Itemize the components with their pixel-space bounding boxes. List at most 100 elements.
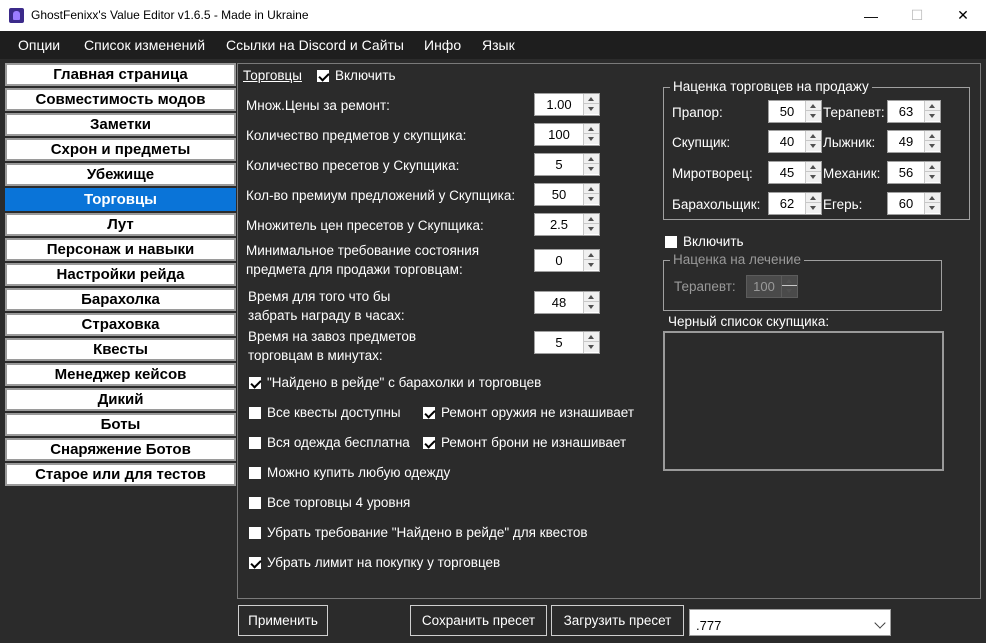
- spinner-value[interactable]: 1.00: [535, 94, 583, 115]
- close-button[interactable]: ✕: [940, 0, 986, 31]
- spinner-down-icon[interactable]: [584, 342, 599, 352]
- sidebar-item-notes[interactable]: Заметки: [5, 113, 236, 136]
- fir-from-flea-checkbox[interactable]: [249, 377, 261, 389]
- spinner-value[interactable]: 100: [747, 276, 781, 297]
- spinner-up-icon[interactable]: [584, 332, 599, 342]
- fence-presets-spinner[interactable]: 5: [534, 153, 600, 176]
- spinner-value[interactable]: 2.5: [535, 214, 583, 235]
- sidebar-item-quests[interactable]: Квесты: [5, 338, 236, 361]
- spinner-down-icon[interactable]: [584, 260, 599, 270]
- spinner-up-icon[interactable]: [806, 162, 821, 172]
- spinner-up-icon[interactable]: [806, 193, 821, 203]
- traders-enable-checkbox[interactable]: [317, 70, 329, 82]
- spinner-value[interactable]: 5: [535, 332, 583, 353]
- fence-markup-spinner[interactable]: 40: [768, 130, 822, 153]
- spinner-down-icon[interactable]: [782, 286, 797, 296]
- spinner-up-icon[interactable]: [584, 214, 599, 224]
- load-preset-button[interactable]: Загрузить пресет: [551, 605, 684, 636]
- therapist-markup-spinner[interactable]: 63: [887, 100, 941, 123]
- min-durability-spinner[interactable]: 0: [534, 249, 600, 272]
- sidebar-item-case-manager[interactable]: Менеджер кейсов: [5, 363, 236, 386]
- sidebar-item-raid-settings[interactable]: Настройки рейда: [5, 263, 236, 286]
- spinner-down-icon[interactable]: [584, 194, 599, 204]
- spinner-down-icon[interactable]: [806, 172, 821, 182]
- menu-changelog[interactable]: Список изменений: [84, 37, 205, 53]
- menu-language[interactable]: Язык: [482, 37, 515, 53]
- fence-items-spinner[interactable]: 100: [534, 123, 600, 146]
- spinner-up-icon[interactable]: [925, 101, 940, 111]
- menu-info[interactable]: Инфо: [424, 37, 461, 53]
- sidebar-item-insurance[interactable]: Страховка: [5, 313, 236, 336]
- remove-fir-quests-checkbox[interactable]: [249, 527, 261, 539]
- sidebar-item-home[interactable]: Главная страница: [5, 63, 236, 86]
- reward-time-spinner[interactable]: 48: [534, 291, 600, 314]
- menu-links[interactable]: Ссылки на Discord и Сайты: [226, 37, 404, 53]
- maximize-button[interactable]: ☐: [894, 0, 940, 31]
- ragman-markup-spinner[interactable]: 49: [887, 130, 941, 153]
- armor-repair-checkbox[interactable]: [423, 437, 435, 449]
- spinner-value[interactable]: 49: [888, 131, 924, 152]
- fence-blacklist-list[interactable]: [663, 331, 944, 471]
- spinner-down-icon[interactable]: [806, 141, 821, 151]
- spinner-up-icon[interactable]: [925, 162, 940, 172]
- spinner-down-icon[interactable]: [925, 141, 940, 151]
- skier-markup-spinner[interactable]: 62: [768, 192, 822, 215]
- remove-buy-limit-checkbox[interactable]: [249, 557, 261, 569]
- spinner-down-icon[interactable]: [925, 111, 940, 121]
- sidebar-item-stash-items[interactable]: Схрон и предметы: [5, 138, 236, 161]
- sidebar-item-traders[interactable]: Торговцы: [5, 188, 236, 211]
- save-preset-button[interactable]: Сохранить пресет: [410, 605, 547, 636]
- spinner-up-icon[interactable]: [584, 124, 599, 134]
- sidebar-item-character-skills[interactable]: Персонаж и навыки: [5, 238, 236, 261]
- spinner-up-icon[interactable]: [584, 94, 599, 104]
- spinner-down-icon[interactable]: [584, 164, 599, 174]
- spinner-up-icon[interactable]: [782, 276, 797, 286]
- spinner-value[interactable]: 60: [888, 193, 924, 214]
- spinner-down-icon[interactable]: [584, 134, 599, 144]
- sidebar-item-bot-gear[interactable]: Снаряжение Ботов: [5, 438, 236, 461]
- spinner-up-icon[interactable]: [806, 131, 821, 141]
- spinner-down-icon[interactable]: [925, 203, 940, 213]
- spinner-up-icon[interactable]: [584, 184, 599, 194]
- spinner-value[interactable]: 50: [535, 184, 583, 205]
- spinner-value[interactable]: 45: [769, 162, 805, 183]
- all-quests-checkbox[interactable]: [249, 407, 261, 419]
- spinner-down-icon[interactable]: [584, 224, 599, 234]
- spinner-up-icon[interactable]: [584, 250, 599, 260]
- heal-therapist-spinner[interactable]: 100: [746, 275, 798, 298]
- spinner-up-icon[interactable]: [925, 193, 940, 203]
- sidebar-item-bots[interactable]: Боты: [5, 413, 236, 436]
- spinner-down-icon[interactable]: [584, 104, 599, 114]
- spinner-down-icon[interactable]: [806, 111, 821, 121]
- minimize-button[interactable]: —: [848, 0, 894, 31]
- weapon-repair-checkbox[interactable]: [423, 407, 435, 419]
- prapor-markup-spinner[interactable]: 50: [768, 100, 822, 123]
- fence-premium-spinner[interactable]: 50: [534, 183, 600, 206]
- jaeger-markup-spinner[interactable]: 60: [887, 192, 941, 215]
- spinner-down-icon[interactable]: [584, 302, 599, 312]
- mechanic-markup-spinner[interactable]: 56: [887, 161, 941, 184]
- sidebar-item-legacy-tests[interactable]: Старое или для тестов: [5, 463, 236, 486]
- sidebar-item-flea-market[interactable]: Барахолка: [5, 288, 236, 311]
- spinner-value[interactable]: 5: [535, 154, 583, 175]
- sidebar-item-mod-compat[interactable]: Совместимость модов: [5, 88, 236, 111]
- spinner-value[interactable]: 100: [535, 124, 583, 145]
- spinner-down-icon[interactable]: [925, 172, 940, 182]
- menu-options[interactable]: Опции: [18, 37, 60, 53]
- preset-select[interactable]: .777: [689, 609, 891, 636]
- repair-price-spinner[interactable]: 1.00: [534, 93, 600, 116]
- spinner-up-icon[interactable]: [806, 101, 821, 111]
- any-clothing-checkbox[interactable]: [249, 467, 261, 479]
- spinner-value[interactable]: 56: [888, 162, 924, 183]
- spinner-down-icon[interactable]: [806, 203, 821, 213]
- spinner-up-icon[interactable]: [584, 154, 599, 164]
- sidebar-item-scav[interactable]: Дикий: [5, 388, 236, 411]
- restock-time-spinner[interactable]: 5: [534, 331, 600, 354]
- preset-price-mult-spinner[interactable]: 2.5: [534, 213, 600, 236]
- free-clothing-checkbox[interactable]: [249, 437, 261, 449]
- spinner-value[interactable]: 50: [769, 101, 805, 122]
- spinner-value[interactable]: 63: [888, 101, 924, 122]
- sidebar-item-hideout[interactable]: Убежище: [5, 163, 236, 186]
- peacekeeper-markup-spinner[interactable]: 45: [768, 161, 822, 184]
- spinner-value[interactable]: 0: [535, 250, 583, 271]
